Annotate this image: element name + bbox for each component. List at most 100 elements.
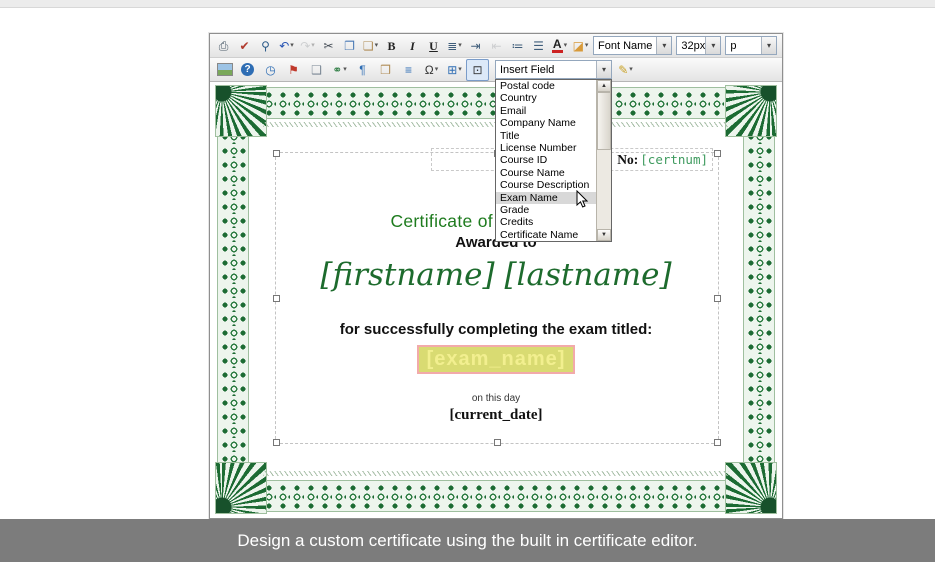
align-button[interactable]: ≣ ▾ bbox=[444, 35, 465, 57]
scroll-down-icon[interactable]: ▼ bbox=[597, 229, 611, 241]
flag-button[interactable]: ⚑ ▾ bbox=[282, 59, 305, 81]
scrollbar[interactable]: ▲ ▼ bbox=[596, 80, 611, 241]
font-size-combo[interactable]: 32px ▾ bbox=[676, 36, 721, 55]
dropdown-item[interactable]: Email bbox=[496, 105, 596, 117]
table-button[interactable]: ⊞ ▾ bbox=[443, 59, 466, 81]
pencil-icon: ✎ bbox=[618, 64, 628, 76]
chevron-down-icon: ▾ bbox=[564, 42, 568, 49]
scroll-thumb[interactable] bbox=[597, 92, 611, 150]
resize-handle[interactable] bbox=[714, 295, 721, 302]
insert-picture-button[interactable]: ❑ ▾ bbox=[305, 59, 328, 81]
copy-icon: ❐ bbox=[344, 40, 355, 52]
certificate-number-label: No: bbox=[617, 152, 638, 168]
exam-name-line: [exam_name] bbox=[215, 345, 777, 374]
chevron-down-icon[interactable]: ▾ bbox=[596, 61, 611, 78]
font-name-value: Font Name bbox=[594, 40, 656, 52]
dropdown-item[interactable]: Course ID bbox=[496, 154, 596, 166]
scroll-up-icon[interactable]: ▲ bbox=[597, 80, 611, 92]
resize-handle[interactable] bbox=[273, 150, 280, 157]
spellcheck-button[interactable]: ✔ ▾ bbox=[234, 35, 255, 57]
dropdown-item[interactable]: Company Name bbox=[496, 117, 596, 129]
find-button[interactable]: ⚲ ▾ bbox=[255, 35, 276, 57]
insert-image-button[interactable]: ▾ bbox=[213, 59, 236, 81]
special-char-icon: Ω bbox=[425, 64, 434, 76]
align-icon: ≣ bbox=[447, 40, 457, 52]
undo-icon: ↶ bbox=[279, 40, 289, 52]
bold-icon: B bbox=[387, 40, 395, 52]
dropdown-item[interactable]: Title bbox=[496, 130, 596, 142]
caption-bar: Design a custom certificate using the bu… bbox=[0, 519, 935, 562]
dropdown-item[interactable]: Postal code bbox=[496, 80, 596, 92]
font-size-value: 32px bbox=[677, 40, 705, 52]
recipient-name-fields: [firstname] [lastname] bbox=[215, 257, 777, 293]
chevron-down-icon[interactable]: ▾ bbox=[705, 37, 720, 54]
italic-icon: I bbox=[410, 40, 415, 52]
help-button[interactable]: ? ▾ bbox=[236, 59, 259, 81]
resize-handle[interactable] bbox=[494, 439, 501, 446]
copy-button[interactable]: ❐ ▾ bbox=[339, 35, 360, 57]
help-icon: ? bbox=[241, 63, 254, 76]
horizontal-rule-button[interactable]: ≡ ▾ bbox=[397, 59, 420, 81]
find-icon: ⚲ bbox=[261, 40, 270, 52]
chevron-down-icon: ▾ bbox=[343, 66, 347, 73]
bullet-list-button[interactable]: ☰ ▾ bbox=[528, 35, 549, 57]
dropdown-item[interactable]: Course Name bbox=[496, 167, 596, 179]
edit-field-button[interactable]: ✎ ▾ bbox=[614, 59, 637, 81]
block-format-combo[interactable]: p ▾ bbox=[725, 36, 777, 55]
dropdown-item[interactable]: Credits bbox=[496, 216, 596, 228]
ornate-corner-bottom-right bbox=[725, 462, 777, 514]
ornate-corner-bottom-left bbox=[215, 462, 267, 514]
resize-handle[interactable] bbox=[714, 439, 721, 446]
insert-field-dropdown: Postal codeCountryEmailCompany NameTitle… bbox=[495, 79, 612, 242]
redo-button[interactable]: ↷ ▾ bbox=[297, 35, 318, 57]
media-icon: ◷ bbox=[265, 64, 275, 76]
chevron-down-icon: ▾ bbox=[458, 66, 462, 73]
dropdown-item[interactable]: Country bbox=[496, 92, 596, 104]
print-button[interactable]: ⎙ ▾ bbox=[213, 35, 234, 57]
chevron-down-icon: ▾ bbox=[290, 42, 294, 49]
editor-toolbar: ⎙ ▾ ✔ ▾ ⚲ ▾ ↶ ▾ ↷ ▾ bbox=[210, 34, 782, 82]
paste-button[interactable]: ❏ ▾ bbox=[360, 35, 381, 57]
resize-handle[interactable] bbox=[714, 150, 721, 157]
outdent-icon: ⇤ bbox=[491, 40, 501, 52]
italic-button[interactable]: I ▾ bbox=[402, 35, 423, 57]
chevron-down-icon[interactable]: ▾ bbox=[761, 37, 776, 54]
underline-icon: U bbox=[429, 40, 438, 52]
spellcheck-icon: ✔ bbox=[239, 40, 249, 52]
bold-button[interactable]: B ▾ bbox=[381, 35, 402, 57]
font-color-icon: A bbox=[552, 38, 563, 53]
insert-field-combo[interactable]: Insert Field ▾ Postal codeCountryEmailCo… bbox=[495, 60, 612, 79]
resize-handle[interactable] bbox=[273, 295, 280, 302]
chevron-down-icon: ▾ bbox=[311, 42, 315, 49]
chevron-down-icon[interactable]: ▾ bbox=[656, 37, 671, 54]
dropdown-item[interactable]: Certificate Name bbox=[496, 229, 596, 241]
ornate-border-bottom bbox=[261, 480, 731, 512]
font-color-button[interactable]: A ▾ bbox=[549, 35, 570, 57]
link-icon: ⚭ bbox=[332, 64, 342, 76]
indent-button[interactable]: ⇥ ▾ bbox=[465, 35, 486, 57]
fields-toggle-button[interactable]: ⊡ ▾ bbox=[466, 59, 489, 81]
guilloche-line-bottom bbox=[263, 471, 729, 476]
font-name-combo[interactable]: Font Name ▾ bbox=[593, 36, 672, 55]
clipboard-button[interactable]: ❒ ▾ bbox=[374, 59, 397, 81]
numbered-list-button[interactable]: ≔ ▾ bbox=[507, 35, 528, 57]
paragraph-button[interactable]: ¶ ▾ bbox=[351, 59, 374, 81]
highlight-color-button[interactable]: ◪ ▾ bbox=[570, 35, 591, 57]
underline-button[interactable]: U ▾ bbox=[423, 35, 444, 57]
top-strip bbox=[0, 0, 935, 8]
link-button[interactable]: ⚭ ▾ bbox=[328, 59, 351, 81]
paragraph-icon: ¶ bbox=[359, 64, 365, 76]
dropdown-item[interactable]: License Number bbox=[496, 142, 596, 154]
chevron-down-icon: ▾ bbox=[629, 66, 633, 73]
undo-button[interactable]: ↶ ▾ bbox=[276, 35, 297, 57]
paste-icon: ❏ bbox=[363, 40, 374, 52]
block-format-value: p bbox=[726, 40, 761, 52]
insert-image-icon bbox=[217, 63, 233, 76]
on-this-day-text: on this day bbox=[215, 393, 777, 404]
resize-handle[interactable] bbox=[273, 439, 280, 446]
cut-button[interactable]: ✂ ▾ bbox=[318, 35, 339, 57]
exam-name-field[interactable]: [exam_name] bbox=[417, 345, 576, 374]
outdent-button[interactable]: ⇤ ▾ bbox=[486, 35, 507, 57]
special-char-button[interactable]: Ω ▾ bbox=[420, 59, 443, 81]
media-button[interactable]: ◷ ▾ bbox=[259, 59, 282, 81]
